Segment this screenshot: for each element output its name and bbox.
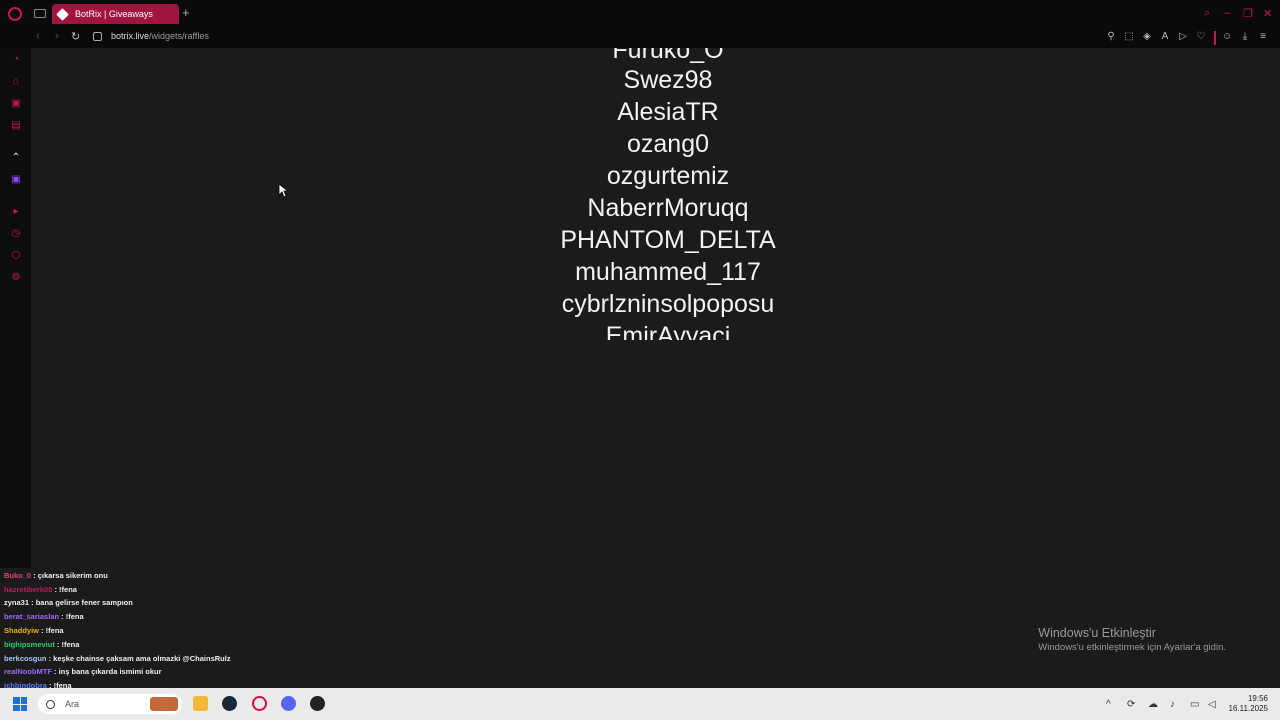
raffle-name: NaberrMoruqq — [587, 194, 749, 222]
chat-username[interactable]: bighipsmeviut — [4, 640, 55, 649]
twitch-alt-icon[interactable]: ▤ — [10, 120, 22, 132]
raffle-name: ozgurtemiz — [606, 162, 730, 190]
new-tab-button[interactable]: + — [182, 6, 190, 20]
raffle-name: Swez98 — [623, 66, 713, 94]
chat-username[interactable]: Shaddyiw — [4, 626, 39, 635]
raffle-name: AlesiaTR — [617, 98, 719, 126]
raffle-widget: Furuko_O Swez98 AlesiaTR ozang0 ozgurtem… — [31, 48, 1280, 568]
chat-message: bighipsmeviut : !fena — [4, 640, 79, 649]
search-tabs-icon[interactable]: ⌕ — [1204, 7, 1210, 20]
lock-icon — [93, 32, 102, 41]
profile-icon[interactable]: ☺ — [1222, 32, 1232, 42]
tray-sync-icon[interactable]: ⟳ — [1127, 699, 1135, 710]
chat-text: : keşke chainse çaksam ama olmazki @Chai… — [46, 654, 231, 663]
chat-text: : !fena — [59, 612, 84, 621]
chat-username[interactable]: Buko_0 — [4, 571, 31, 580]
chat-text: : inş bana çıkarda ismimi okur — [51, 667, 162, 676]
raffle-name: muhammed_117 — [575, 258, 761, 286]
url-field[interactable]: botrix.live/widgets/raffles — [111, 31, 209, 41]
clock-date: 16.11.2025 — [1228, 704, 1268, 713]
chat-message: Buko_0 : çıkarsa sikerim onu — [4, 571, 108, 580]
chat-username[interactable]: hazretiberk00 — [4, 585, 52, 594]
chat-username[interactable]: realNoobMTF — [4, 667, 52, 676]
chat-text: : bana gelirse fener sampıon — [29, 598, 133, 607]
chat-message: berat_sariaslan : !fena — [4, 612, 84, 621]
chat-message: berkcosgun : keşke chainse çaksam ama ol… — [4, 654, 231, 663]
minimize-button[interactable]: – — [1224, 7, 1230, 19]
url-domain: botrix.live — [111, 31, 150, 41]
download-icon[interactable]: ⤓ — [1240, 32, 1250, 42]
translate-icon[interactable]: A — [1160, 32, 1170, 42]
extensions-icon[interactable]: ⬡ — [10, 250, 22, 262]
forward-icon[interactable]: › — [55, 30, 59, 42]
settings-icon[interactable]: ⚙ — [10, 272, 22, 284]
search-placeholder: Ara — [65, 699, 80, 709]
volume-icon[interactable]: ◁ — [1208, 699, 1216, 710]
chat-text: : !fena — [54, 640, 80, 649]
heart-icon[interactable]: ♡ — [1196, 32, 1206, 42]
play-icon[interactable]: ▷ — [1178, 32, 1188, 42]
activation-subtitle: Windows'u etkinleştirmek için Ayarlar'a … — [1038, 642, 1226, 653]
windows-activation-notice: Windows'u Etkinleştir Windows'u etkinleş… — [1038, 626, 1226, 653]
menu-icon[interactable]: ≡ — [1258, 32, 1268, 42]
steam-icon[interactable] — [222, 696, 237, 711]
address-bar: ‹ › ↻ botrix.live/widgets/raffles ⚲ ⬚ ◈ … — [0, 28, 1280, 48]
raffle-name-list: Furuko_O Swez98 AlesiaTR ozang0 ozgurtem… — [31, 48, 1280, 340]
back-icon[interactable]: ‹ — [36, 30, 40, 42]
onedrive-icon[interactable]: ☁ — [1148, 699, 1158, 710]
tab-bar: BotRix | Giveaways + ⌕ – ❐ ✕ — [0, 0, 1280, 28]
pin-icon[interactable]: ⚲ — [1106, 32, 1116, 42]
twitch-icon[interactable]: ▣ — [10, 174, 22, 186]
opera-gx-icon[interactable] — [252, 696, 267, 711]
chat-username[interactable]: berat_sariaslan — [4, 612, 59, 621]
file-explorer-icon[interactable] — [193, 696, 208, 711]
chat-message: Shaddyiw : !fena — [4, 626, 64, 635]
search-highlight-image — [150, 697, 178, 711]
microphone-icon[interactable]: ♪ — [1170, 699, 1175, 710]
close-button[interactable]: ✕ — [1263, 7, 1272, 20]
chat-username[interactable]: berkcosgun — [4, 654, 47, 663]
workspaces-icon[interactable]: ⌂ — [10, 76, 22, 88]
system-clock[interactable]: 19:56 16.11.2025 — [1229, 694, 1268, 714]
toolbar-divider — [1214, 31, 1216, 45]
tab-title: BotRix | Giveaways — [75, 9, 153, 19]
restore-button[interactable]: ❐ — [1243, 7, 1253, 20]
tab-islands-icon[interactable] — [34, 9, 46, 18]
kick-icon[interactable]: ⌃ — [10, 152, 22, 164]
reload-icon[interactable]: ↻ — [71, 30, 80, 43]
player-icon[interactable]: ▸ — [10, 206, 22, 218]
opera-logo-icon[interactable] — [8, 7, 22, 21]
chat-message: realNoobMTF : inş bana çıkarda ismimi ok… — [4, 667, 162, 676]
chat-username[interactable]: zyna31 — [4, 598, 29, 607]
chat-message: hazretiberk00 : !fena — [4, 585, 77, 594]
snapshot-icon[interactable]: ⬚ — [1124, 32, 1134, 42]
messenger-icon[interactable]: ▣ — [10, 98, 22, 110]
adblock-icon[interactable]: ◈ — [1142, 32, 1152, 42]
taskbar: Ara ^ ⟳ ☁ ♪ ▭ ◁ 19:56 16.11.2025 — [0, 688, 1280, 720]
activation-title: Windows'u Etkinleştir — [1038, 626, 1156, 640]
mouse-cursor-icon — [278, 183, 288, 198]
network-icon[interactable]: ▭ — [1190, 699, 1199, 710]
discord-icon[interactable] — [281, 696, 296, 711]
search-icon — [46, 699, 55, 709]
chat-message: zyna31 : bana gelirse fener sampıon — [4, 598, 133, 607]
aria-icon[interactable]: ◔ — [10, 54, 22, 66]
raffle-name: PHANTOM_DELTA — [560, 226, 776, 254]
url-path: /widgets/raffles — [149, 31, 209, 41]
windows-start-icon[interactable] — [13, 697, 27, 711]
raffle-name: cybrlzninsolpoposu — [561, 290, 775, 318]
tray-overflow-icon[interactable]: ^ — [1106, 699, 1111, 710]
chat-text: : !fena — [39, 626, 64, 635]
raffle-name: Furuko_O — [612, 48, 724, 64]
chat-text: : !fena — [52, 585, 77, 594]
tab-botrix-giveaways[interactable]: BotRix | Giveaways — [52, 4, 179, 24]
taskbar-search[interactable]: Ara — [38, 694, 182, 714]
chat-text: : çıkarsa sikerim onu — [31, 571, 108, 580]
raffle-name: ozang0 — [626, 130, 710, 158]
history-icon[interactable]: ◷ — [10, 228, 22, 240]
obs-icon[interactable] — [310, 696, 325, 711]
raffle-name: EmirAyyaci — [605, 322, 731, 340]
botrix-favicon-icon — [56, 7, 69, 21]
clock-time: 19:56 — [1247, 694, 1268, 703]
